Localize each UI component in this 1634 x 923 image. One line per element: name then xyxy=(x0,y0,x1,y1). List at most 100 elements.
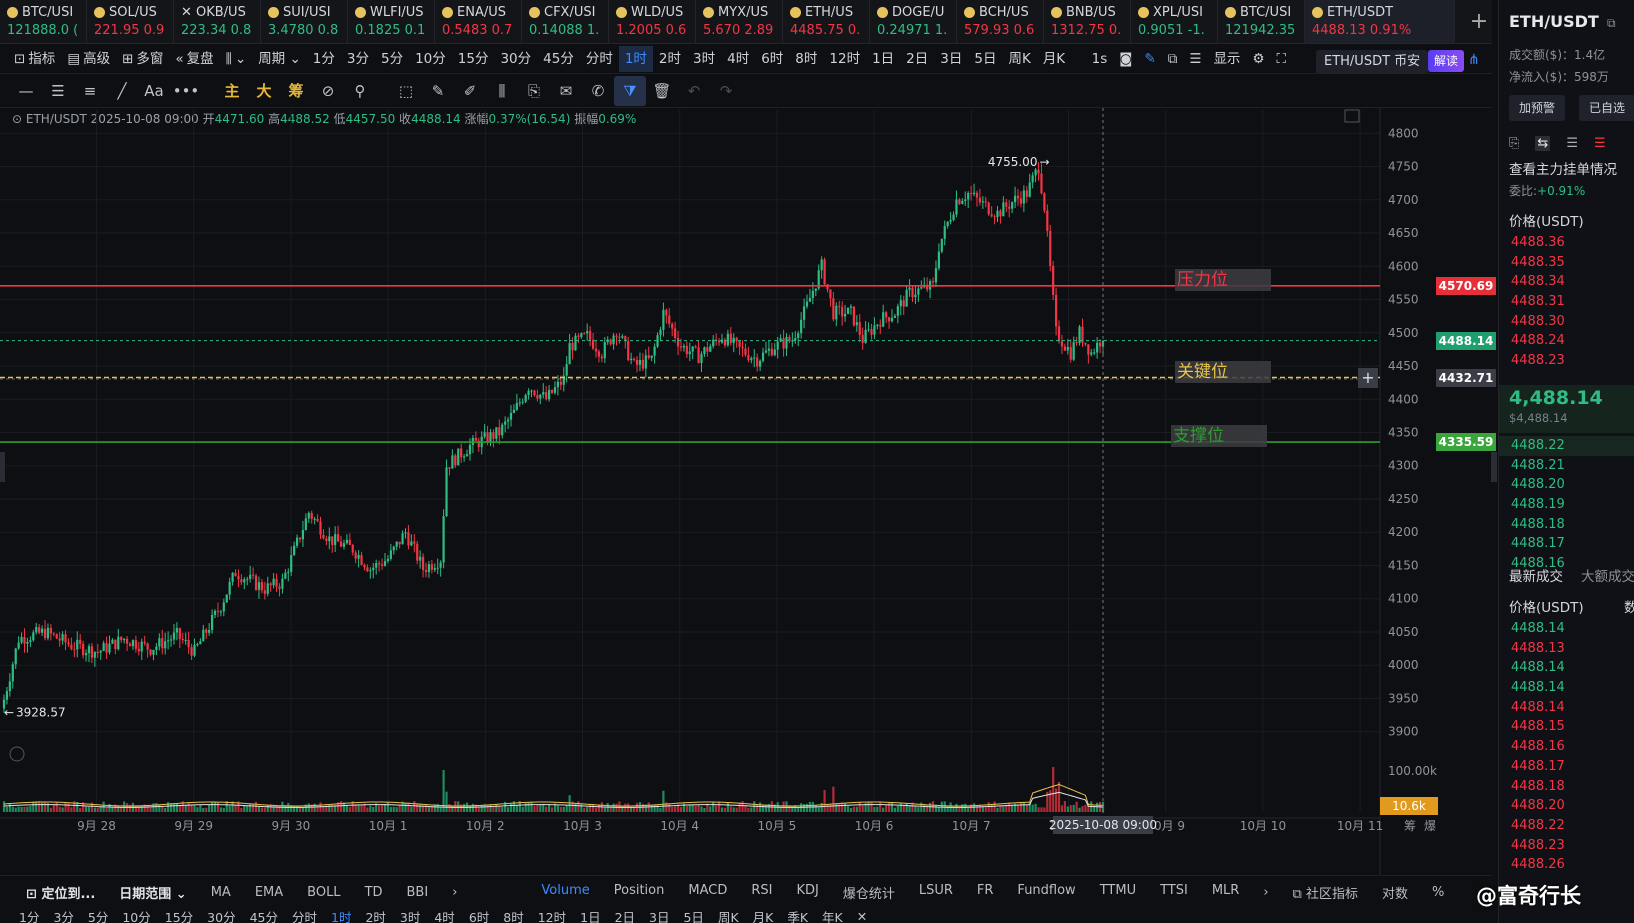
candle xyxy=(923,277,926,289)
candle xyxy=(978,188,982,206)
bottom-timeframe-8[interactable]: 1时 xyxy=(324,909,358,923)
bottom-timeframe-4[interactable]: 15分 xyxy=(158,909,200,923)
ask-row[interactable]: 4488.23 xyxy=(1499,351,1634,371)
trade-row: 4488.14 xyxy=(1511,660,1565,676)
candle xyxy=(427,560,431,578)
bottom-timeframe-19[interactable]: 周K xyxy=(711,909,746,923)
bottom-timeframe-12[interactable]: 6时 xyxy=(462,909,496,923)
indicator-ema[interactable]: EMA xyxy=(243,885,295,900)
volume-bar xyxy=(659,807,662,812)
volume-bar xyxy=(747,807,750,812)
bid-row[interactable]: 4488.18 xyxy=(1499,515,1634,535)
bottom-timeframe-15[interactable]: 1日 xyxy=(573,909,607,923)
indicator-more-icon[interactable]: › xyxy=(440,885,469,900)
sub-indicator-10[interactable]: TTSI xyxy=(1148,883,1200,902)
level-label[interactable]: 关键位 xyxy=(1175,360,1271,383)
volume-bar xyxy=(890,802,894,812)
add-level-icon[interactable]: + xyxy=(1358,367,1378,388)
bid-row[interactable]: 4488.20 xyxy=(1499,475,1634,495)
bottom-timeframe-5[interactable]: 30分 xyxy=(200,909,242,923)
bid-row[interactable]: 4488.21 xyxy=(1499,456,1634,476)
bid-row[interactable]: 4488.17 xyxy=(1499,534,1634,554)
volume-toggle-icon[interactable] xyxy=(9,746,25,762)
latest-trades-tab[interactable]: 最新成交 xyxy=(1509,565,1563,585)
bottom-timeframe-21[interactable]: 季K xyxy=(780,909,815,923)
indicator-bbi[interactable]: BBI xyxy=(395,885,441,900)
bottom-timeframe-3[interactable]: 10分 xyxy=(115,909,157,923)
chip-toggle[interactable]: 筹 xyxy=(1404,819,1416,833)
community-indicators-button[interactable]: ⧉ 社区指标 xyxy=(1281,883,1370,902)
sub-indicator-0[interactable]: Volume xyxy=(529,883,601,902)
volume-bar xyxy=(445,791,448,812)
indicator-td[interactable]: TD xyxy=(353,885,395,900)
watchlist-button[interactable]: 已自选 xyxy=(1579,95,1634,121)
right-collapse-handle[interactable] xyxy=(1491,452,1497,482)
bottom-timeframe-17[interactable]: 3日 xyxy=(642,909,676,923)
volume-bar xyxy=(893,807,897,812)
close-icon[interactable]: ✕ xyxy=(850,909,874,923)
candle xyxy=(322,529,325,540)
volume-bar xyxy=(193,805,196,812)
sub-indicator-6[interactable]: LSUR xyxy=(907,883,965,902)
sub-indicator-9[interactable]: TTMU xyxy=(1088,883,1148,902)
bottom-timeframe-6[interactable]: 45分 xyxy=(243,909,285,923)
ask-row[interactable]: 4488.31 xyxy=(1499,292,1634,312)
indicator-ma[interactable]: MA xyxy=(199,885,243,900)
sub-indicator-11[interactable]: MLR xyxy=(1200,883,1252,902)
bottom-timeframe-14[interactable]: 12时 xyxy=(531,909,573,923)
bottom-timeframe-18[interactable]: 5日 xyxy=(676,909,710,923)
sub-indicator-1[interactable]: Position xyxy=(602,883,677,902)
price-chart[interactable]: 4800 4750 4700 4650 4600 4550 4500 4450 4400 4350… xyxy=(0,0,1498,875)
popout-icon[interactable]: ⧉ xyxy=(1607,16,1616,31)
bottom-timeframe-11[interactable]: 4时 xyxy=(427,909,461,923)
date-range-button[interactable]: 日期范围 ⌄ xyxy=(107,883,198,902)
bottom-timeframe-0[interactable]: 1分 xyxy=(12,909,46,923)
level-label[interactable]: 支撑位 xyxy=(1171,425,1267,448)
candle xyxy=(246,576,249,586)
sub-indicator-5[interactable]: 爆仓统计 xyxy=(831,883,907,902)
indicator-boll[interactable]: BOLL xyxy=(295,885,352,900)
ask-row[interactable]: 4488.36 xyxy=(1499,233,1634,253)
volume-bar xyxy=(823,790,826,812)
book-both-icon[interactable]: ⎘ xyxy=(1509,136,1519,151)
candle xyxy=(715,333,718,346)
ask-row[interactable]: 4488.30 xyxy=(1499,312,1634,332)
bottom-timeframe-20[interactable]: 月K xyxy=(746,909,781,923)
sub-more-icon[interactable]: › xyxy=(1251,885,1280,900)
bottom-timeframe-9[interactable]: 2时 xyxy=(358,909,392,923)
sub-indicator-8[interactable]: Fundflow xyxy=(1005,883,1087,902)
volume-bar xyxy=(1011,805,1014,812)
left-collapse-handle[interactable] xyxy=(0,452,5,482)
ask-row[interactable]: 4488.24 xyxy=(1499,331,1634,351)
sub-indicator-2[interactable]: MACD xyxy=(676,883,739,902)
bid-row[interactable]: 4488.22 xyxy=(1499,436,1634,456)
burst-toggle[interactable]: 爆 xyxy=(1424,819,1436,833)
ask-row[interactable]: 4488.35 xyxy=(1499,253,1634,273)
ask-row[interactable]: 4488.34 xyxy=(1499,272,1634,292)
book-asks-icon[interactable]: ☰ xyxy=(1594,136,1606,151)
book-split-icon[interactable]: ⇆ xyxy=(1535,136,1551,151)
bottom-timeframe-1[interactable]: 3分 xyxy=(46,909,80,923)
candle xyxy=(624,335,627,349)
sub-indicator-7[interactable]: FR xyxy=(965,883,1006,902)
orderbook-title[interactable]: 查看主力挂单情况 xyxy=(1509,158,1617,178)
bottom-timeframe-22[interactable]: 年K xyxy=(815,909,850,923)
log-scale-button[interactable]: 对数 xyxy=(1370,883,1420,902)
sub-indicator-3[interactable]: RSI xyxy=(739,883,784,902)
level-label[interactable]: 压力位 xyxy=(1175,268,1271,291)
locate-button[interactable]: ⊡ 定位到... xyxy=(14,883,107,902)
bottom-timeframe-7[interactable]: 分时 xyxy=(285,909,324,923)
bottom-timeframe-10[interactable]: 3时 xyxy=(393,909,427,923)
bottom-timeframe-2[interactable]: 5分 xyxy=(81,909,115,923)
add-alert-button[interactable]: 加预警 xyxy=(1509,95,1566,121)
chart-fullscreen-icon[interactable] xyxy=(1344,109,1360,123)
candle xyxy=(597,349,601,363)
book-bids-icon[interactable]: ☰ xyxy=(1566,136,1578,151)
sub-indicator-4[interactable]: KDJ xyxy=(784,883,830,902)
volume-bar xyxy=(295,805,299,812)
bottom-timeframe-13[interactable]: 8时 xyxy=(496,909,530,923)
large-trades-tab[interactable]: 大额成交 xyxy=(1581,565,1634,585)
bid-row[interactable]: 4488.19 xyxy=(1499,495,1634,515)
percent-scale-button[interactable]: % xyxy=(1420,885,1456,900)
bottom-timeframe-16[interactable]: 2日 xyxy=(608,909,642,923)
